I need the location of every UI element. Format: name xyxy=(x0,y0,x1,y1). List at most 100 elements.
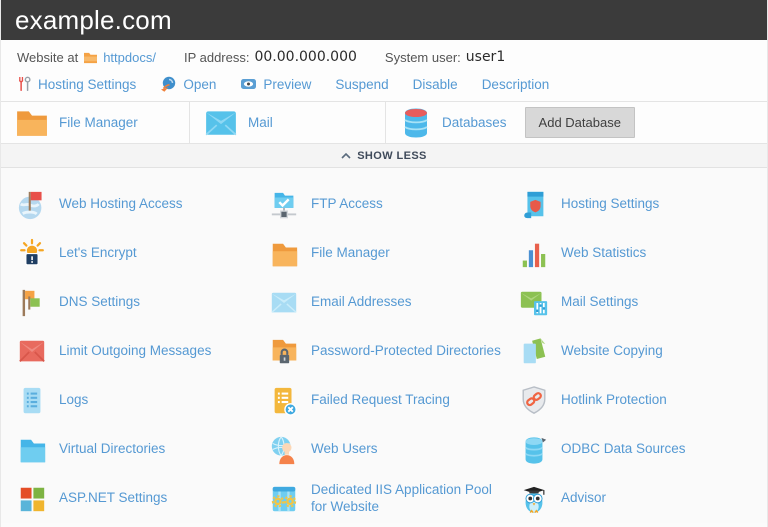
document-error-icon xyxy=(269,385,299,417)
tool-label: Mail Settings xyxy=(561,294,639,310)
blue-folder-icon xyxy=(17,434,47,466)
tool-label: Hosting Settings xyxy=(561,196,660,212)
tool-email-addresses[interactable]: Email Addresses xyxy=(269,278,519,327)
tool-label: Hotlink Protection xyxy=(561,392,667,408)
open-site-icon xyxy=(160,76,177,92)
mail-shortcut-label: Mail xyxy=(248,115,273,130)
tool-dns-settings[interactable]: DNS Settings xyxy=(17,278,269,327)
system-user-value: user1 xyxy=(465,49,506,65)
sun-padlock-icon xyxy=(17,238,47,270)
tool-password-protected-directories[interactable]: Password-Protected Directories xyxy=(269,327,519,376)
show-less-label: SHOW LESS xyxy=(357,149,427,162)
tool-label: Web Statistics xyxy=(561,245,647,261)
blue-envelope-icon xyxy=(269,287,299,319)
tool-web-statistics[interactable]: Web Statistics xyxy=(519,229,767,278)
page-header: example.com xyxy=(1,0,767,40)
tool-label: Website Copying xyxy=(561,343,663,359)
mail-shortcut[interactable]: Mail xyxy=(190,102,386,143)
app-pool-gears-icon xyxy=(269,483,299,515)
ms-squares-icon xyxy=(17,483,47,515)
tool-label: File Manager xyxy=(311,245,390,261)
open-link[interactable]: Open xyxy=(160,76,216,92)
ftp-folder-network-icon xyxy=(269,189,299,221)
log-document-icon xyxy=(17,385,47,417)
tool-web-hosting-access[interactable]: Web Hosting Access xyxy=(17,180,269,229)
preview-link[interactable]: Preview xyxy=(240,77,311,92)
bar-chart-icon xyxy=(519,238,549,270)
tool-failed-request-tracing[interactable]: Failed Request Tracing xyxy=(269,376,519,425)
tool-odbc-data-sources[interactable]: ODBC Data Sources xyxy=(519,425,767,474)
description-link[interactable]: Description xyxy=(482,77,550,92)
mail-envelope-icon xyxy=(204,109,238,137)
orange-folder-icon xyxy=(269,238,299,270)
preview-eye-icon xyxy=(240,77,257,91)
ip-value: 00.00.000.000 xyxy=(254,49,357,65)
system-user-label: System user: xyxy=(384,49,461,65)
show-less-toggle[interactable]: SHOW LESS xyxy=(1,144,767,168)
folder-icon xyxy=(83,51,98,64)
ip-segment: IP address: 00.00.000.000 xyxy=(184,49,357,65)
disable-label: Disable xyxy=(412,76,458,92)
folder-lock-icon xyxy=(269,336,299,368)
tool-lets-encrypt[interactable]: Let's Encrypt xyxy=(17,229,269,278)
tool-label: FTP Access xyxy=(311,196,383,212)
databases-shortcut-label[interactable]: Databases xyxy=(442,115,507,130)
suspend-label: Suspend xyxy=(335,76,389,92)
tool-label: Dedicated IIS Application Pool for Websi… xyxy=(311,481,492,514)
domain-info-bar: Website at httpdocs/ IP address: 00.00.0… xyxy=(1,40,767,69)
scroll-shield-icon xyxy=(519,189,549,221)
tool-label: Let's Encrypt xyxy=(59,245,137,261)
copy-pages-icon xyxy=(519,336,549,368)
description-label: Description xyxy=(481,76,550,92)
tool-dedicated-iis-app-pool[interactable]: Dedicated IIS Application Pool for Websi… xyxy=(269,474,519,523)
tool-web-users[interactable]: Web Users xyxy=(269,425,519,474)
tool-file-manager[interactable]: File Manager xyxy=(269,229,519,278)
tool-label: Failed Request Tracing xyxy=(311,392,450,408)
docroot-link[interactable]: httpdocs/ xyxy=(103,50,156,65)
tool-aspnet-settings[interactable]: ASP.NET Settings xyxy=(17,474,269,523)
file-manager-shortcut-label: File Manager xyxy=(59,115,138,130)
flags-icon xyxy=(17,287,47,319)
chevron-up-icon xyxy=(341,152,351,159)
file-manager-shortcut[interactable]: File Manager xyxy=(1,102,190,143)
tool-mail-settings[interactable]: Mail Settings xyxy=(519,278,767,327)
blue-database-icon xyxy=(519,434,549,466)
user-globe-icon xyxy=(269,434,299,466)
tool-label: Limit Outgoing Messages xyxy=(59,343,212,359)
tool-label: Web Users xyxy=(311,441,378,457)
tool-advisor[interactable]: Advisor xyxy=(519,474,767,523)
ip-label: IP address: xyxy=(183,49,250,65)
tool-logs[interactable]: Logs xyxy=(17,376,269,425)
tool-hotlink-protection[interactable]: Hotlink Protection xyxy=(519,376,767,425)
action-links-row: Hosting Settings Open Preview Suspend Di… xyxy=(1,69,767,102)
tool-hosting-settings[interactable]: Hosting Settings xyxy=(519,180,767,229)
disable-link[interactable]: Disable xyxy=(413,77,458,92)
tool-label: Web Hosting Access xyxy=(59,196,183,212)
system-user-segment: System user: user1 xyxy=(385,49,505,65)
red-envelope-icon xyxy=(17,336,47,368)
plesk-domain-page: example.com Website at httpdocs/ IP addr… xyxy=(0,0,768,527)
shortcut-bar: File Manager Mail Databases Add Database xyxy=(1,102,767,144)
orange-folder-icon xyxy=(15,108,49,138)
website-at-segment: Website at httpdocs/ xyxy=(17,50,156,65)
envelope-sliders-icon xyxy=(519,287,549,319)
tool-virtual-directories[interactable]: Virtual Directories xyxy=(17,425,269,474)
database-icon[interactable] xyxy=(400,107,432,139)
tool-website-copying[interactable]: Website Copying xyxy=(519,327,767,376)
tools-grid: Web Hosting Access FTP Access Hosting Se… xyxy=(1,168,767,523)
databases-shortcut: Databases Add Database xyxy=(386,102,767,143)
shield-chain-icon xyxy=(519,385,549,417)
hosting-settings-link[interactable]: Hosting Settings xyxy=(17,76,136,92)
tool-label: ODBC Data Sources xyxy=(561,441,686,457)
suspend-link[interactable]: Suspend xyxy=(335,77,388,92)
page-title: example.com xyxy=(15,4,172,35)
tool-limit-outgoing-messages[interactable]: Limit Outgoing Messages xyxy=(17,327,269,376)
open-label: Open xyxy=(183,76,217,92)
tools-icon xyxy=(17,76,32,92)
tool-label: Advisor xyxy=(561,490,607,506)
tool-ftp-access[interactable]: FTP Access xyxy=(269,180,519,229)
tool-label: Virtual Directories xyxy=(59,441,166,457)
preview-label: Preview xyxy=(263,76,312,92)
add-database-button[interactable]: Add Database xyxy=(524,107,635,138)
tool-label: Password-Protected Directories xyxy=(311,343,501,359)
